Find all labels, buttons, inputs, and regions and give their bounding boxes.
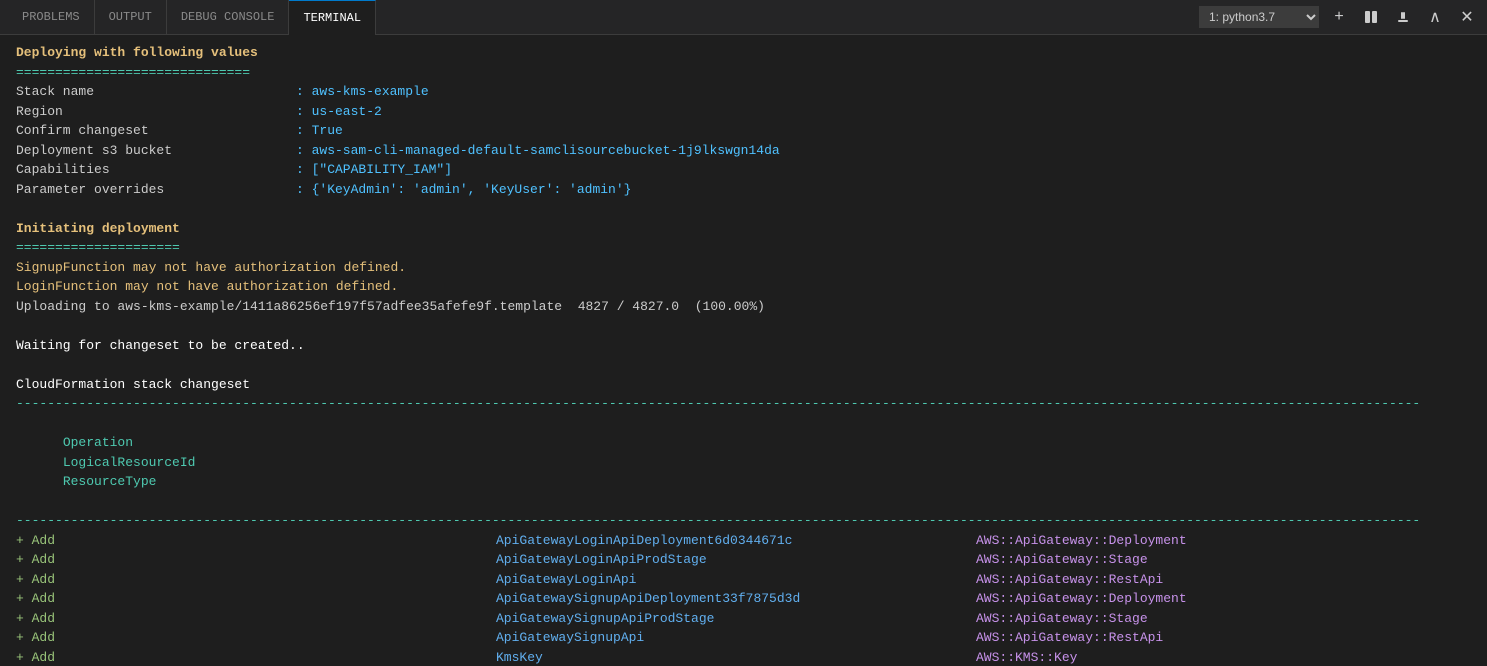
table-row: + AddApiGatewayLoginApiAWS::ApiGateway::… [16,570,1471,590]
field-confirm-changeset: Confirm changeset: True [16,121,1471,141]
table-header-row: Operation LogicalResourceId ResourceType [16,414,1471,512]
warning-signup: SignupFunction may not have authorizatio… [16,258,1471,278]
field-region: Region: us-east-2 [16,102,1471,122]
table-row: + AddApiGatewayLoginApiProdStageAWS::Api… [16,550,1471,570]
init-title: Initiating deployment [16,219,1471,239]
new-terminal-button[interactable]: + [1327,5,1351,29]
warning-login: LoginFunction may not have authorization… [16,277,1471,297]
field-capabilities: Capabilities: ["CAPABILITY_IAM"] [16,160,1471,180]
field-param-overrides: Parameter overrides: {'KeyAdmin': 'admin… [16,180,1471,200]
tab-terminal[interactable]: TERMINAL [289,0,376,35]
maximize-panel-button[interactable]: ∧ [1423,5,1447,29]
field-s3-bucket: Deployment s3 bucket: aws-sam-cli-manage… [16,141,1471,161]
tab-bar: PROBLEMS OUTPUT DEBUG CONSOLE TERMINAL 1… [0,0,1487,35]
close-panel-button[interactable]: ✕ [1455,5,1479,29]
field-stack-name: Stack name: aws-kms-example [16,82,1471,102]
table-row: + AddApiGatewaySignupApiDeployment33f787… [16,589,1471,609]
table-sep2: ----------------------------------------… [16,511,1471,531]
table-row: + AddApiGatewayLoginApiDeployment6d03446… [16,531,1471,551]
deploy-title: Deploying with following values [16,43,1471,63]
table-row: + AddApiGatewaySignupApiProdStageAWS::Ap… [16,609,1471,629]
tab-output[interactable]: OUTPUT [95,0,167,35]
waiting-line: Waiting for changeset to be created.. [16,336,1471,356]
table-row: + AddKmsKeyAWS::KMS::Key [16,648,1471,666]
cf-title: CloudFormation stack changeset [16,375,1471,395]
terminal-selector[interactable]: 1: python3.7 [1199,6,1319,28]
kill-terminal-button[interactable] [1391,5,1415,29]
separator1: ============================== [16,63,1471,83]
terminal-toolbar: 1: python3.7 + ∧ ✕ [1199,5,1479,29]
tab-problems[interactable]: PROBLEMS [8,0,95,35]
blank-line-2 [16,316,1471,336]
separator2: ===================== [16,238,1471,258]
table-sep1: ----------------------------------------… [16,394,1471,414]
terminal-content[interactable]: Deploying with following values ========… [0,35,1487,666]
upload-line: Uploading to aws-kms-example/1411a86256e… [16,297,1471,317]
tab-debug-console[interactable]: DEBUG CONSOLE [167,0,290,35]
blank-line-3 [16,355,1471,375]
split-terminal-button[interactable] [1359,5,1383,29]
blank-line-1 [16,199,1471,219]
app-container: PROBLEMS OUTPUT DEBUG CONSOLE TERMINAL 1… [0,0,1487,666]
table-row: + AddApiGatewaySignupApiAWS::ApiGateway:… [16,628,1471,648]
